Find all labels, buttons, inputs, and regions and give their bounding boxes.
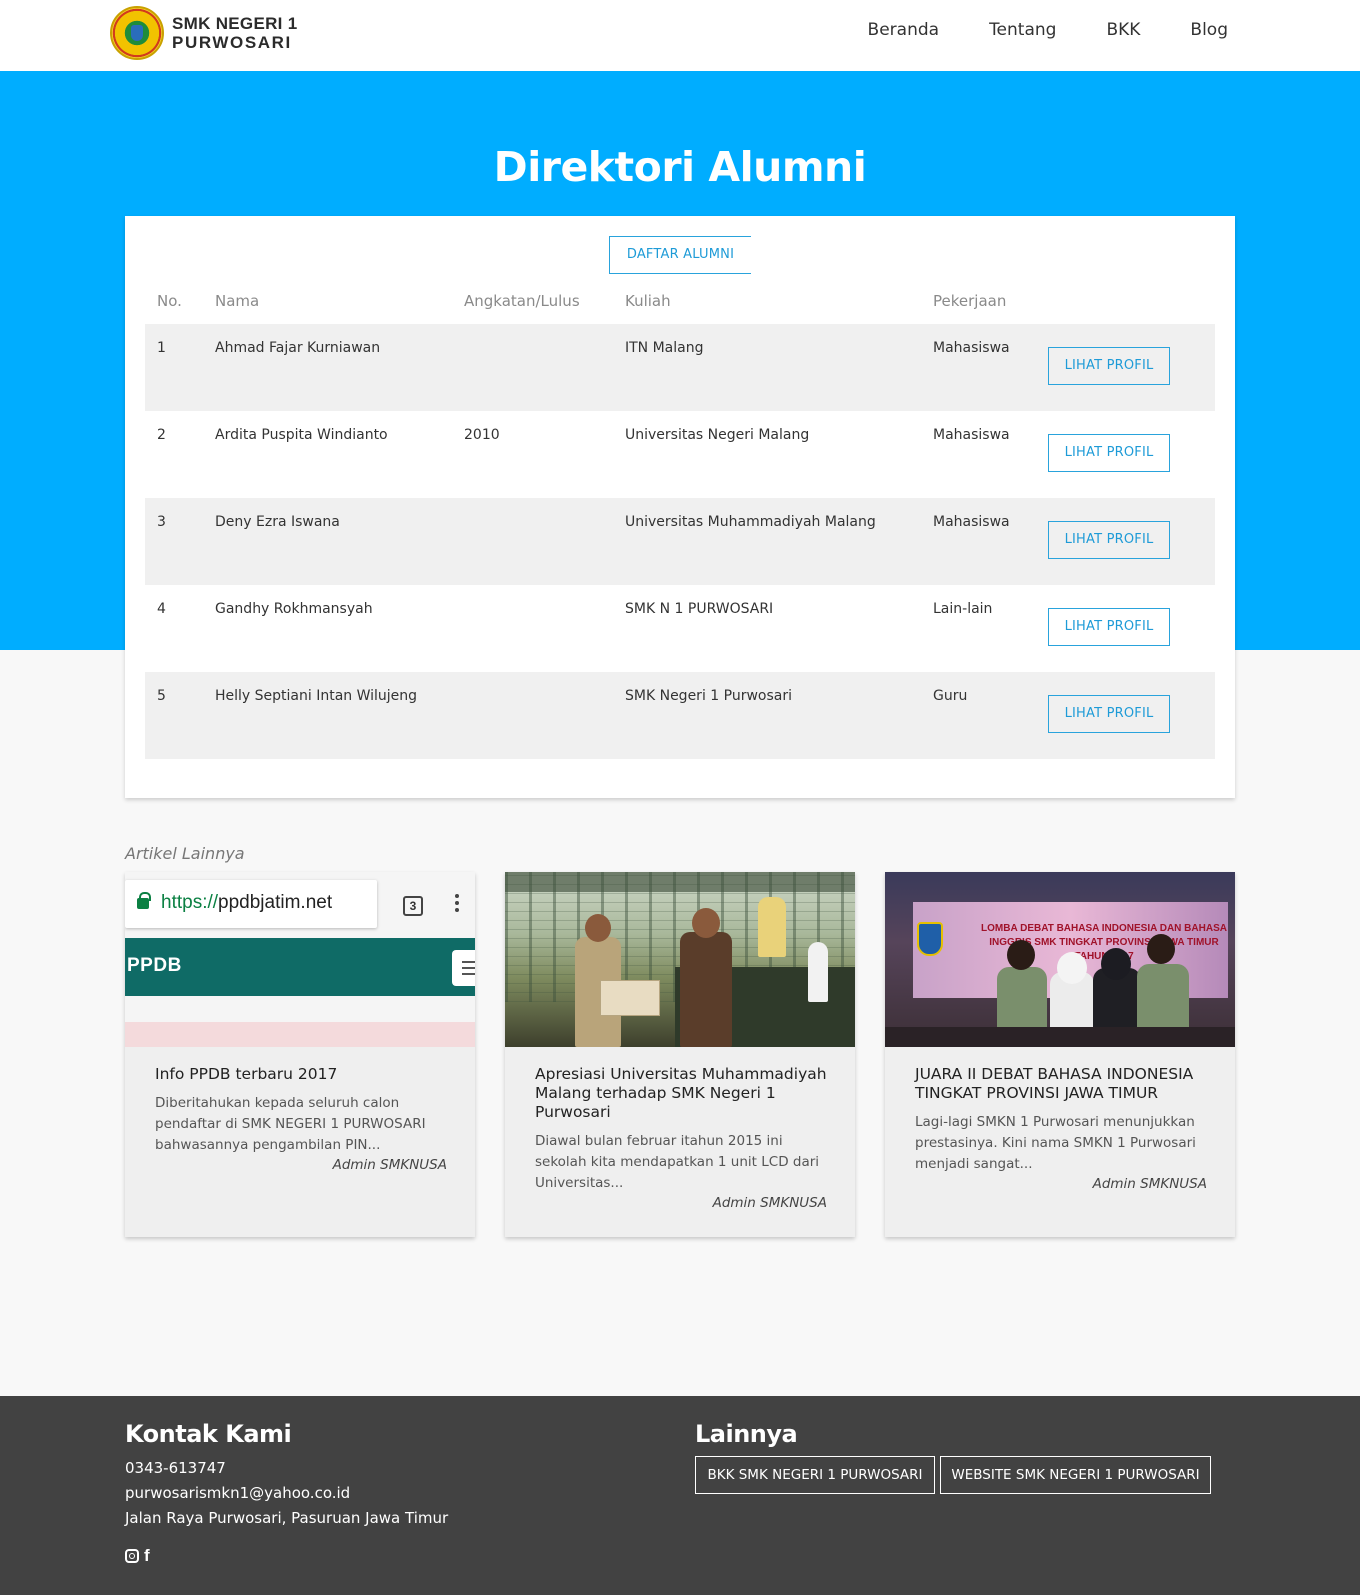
social-links: f	[125, 1547, 150, 1564]
province-emblem-icon	[917, 922, 943, 956]
article-card[interactable]: Apresiasi Universitas Muhammadiyah Malan…	[505, 872, 855, 1237]
cell-no: 3	[157, 514, 166, 530]
lihat-profil-button[interactable]: LIHAT PROFIL	[1048, 347, 1170, 385]
article-excerpt: Diberitahukan kepada seluruh calon penda…	[155, 1095, 426, 1153]
article-card[interactable]: https://ppdbjatim.net 3 PPDB Info PPDB t…	[125, 872, 475, 1237]
contact-address: Jalan Raya Purwosari, Pasuruan Jawa Timu…	[125, 1509, 449, 1527]
article-thumbnail: https://ppdbjatim.net 3 PPDB	[125, 872, 475, 1047]
ppdb-site-label: PPDB	[127, 955, 182, 976]
article-author: Admin SMKNUSA	[1092, 1176, 1207, 1192]
cell-no: 5	[157, 688, 166, 704]
column-header-pekerjaan: Pekerjaan	[933, 292, 1007, 310]
website-link-button[interactable]: WEBSITE SMK NEGERI 1 PURWOSARI	[940, 1456, 1211, 1494]
cell-pekerjaan: Mahasiswa	[933, 340, 1010, 356]
main-nav: Beranda Tentang BKK Blog	[818, 20, 1228, 40]
other-links-heading: Lainnya	[695, 1420, 798, 1448]
brand-logo-link[interactable]: SMK NEGERI 1 PURWOSARI	[110, 6, 297, 60]
lock-icon	[137, 892, 151, 909]
table-row: 4 Gandhy Rokhmansyah SMK N 1 PURWOSARI L…	[145, 585, 1215, 672]
table-row: 3 Deny Ezra Iswana Universitas Muhammadi…	[145, 498, 1215, 585]
facebook-icon[interactable]: f	[144, 1547, 150, 1564]
nav-link-beranda[interactable]: Beranda	[868, 20, 940, 40]
article-author: Admin SMKNUSA	[712, 1195, 827, 1211]
cell-kuliah: SMK N 1 PURWOSARI	[625, 601, 774, 617]
article-title[interactable]: Apresiasi Universitas Muhammadiyah Malan…	[535, 1065, 827, 1122]
url-host: ppdbjatim.net	[218, 892, 333, 913]
kebab-menu-icon	[455, 894, 459, 898]
nav-link-tentang[interactable]: Tentang	[989, 20, 1056, 40]
table-row: 1 Ahmad Fajar Kurniawan ITN Malang Mahas…	[145, 324, 1215, 411]
cell-pekerjaan: Mahasiswa	[933, 514, 1010, 530]
cell-no: 1	[157, 340, 166, 356]
cell-kuliah: Universitas Negeri Malang	[625, 427, 810, 443]
school-emblem-icon	[110, 6, 164, 60]
article-title[interactable]: JUARA II DEBAT BAHASA INDONESIA TINGKAT …	[915, 1065, 1207, 1103]
column-header-kuliah: Kuliah	[625, 292, 671, 310]
cell-nama: Deny Ezra Iswana	[215, 514, 340, 530]
cell-kuliah: ITN Malang	[625, 340, 704, 356]
column-header-no: No.	[157, 292, 182, 310]
table-header: No. Nama Angkatan/Lulus Kuliah Pekerjaan	[145, 292, 1215, 322]
article-thumbnail: LOMBA DEBAT BAHASA INDONESIA DAN BAHASA …	[885, 872, 1235, 1047]
article-author: Admin SMKNUSA	[332, 1157, 447, 1173]
tab-count-icon: 3	[403, 896, 423, 916]
article-excerpt: Diawal bulan februar itahun 2015 ini sek…	[535, 1133, 820, 1191]
cell-nama: Gandhy Rokhmansyah	[215, 601, 373, 617]
article-title[interactable]: Info PPDB terbaru 2017	[155, 1065, 447, 1084]
hamburger-icon	[452, 950, 475, 986]
url-bar: https://ppdbjatim.net	[125, 880, 377, 928]
cell-pekerjaan: Mahasiswa	[933, 427, 1010, 443]
top-navbar: SMK NEGERI 1 PURWOSARI Beranda Tentang B…	[0, 0, 1360, 71]
contact-heading: Kontak Kami	[125, 1420, 292, 1448]
article-thumbnail	[505, 872, 855, 1047]
lihat-profil-button[interactable]: LIHAT PROFIL	[1048, 521, 1170, 559]
bkk-link-button[interactable]: BKK SMK NEGERI 1 PURWOSARI	[695, 1456, 935, 1494]
nav-link-blog[interactable]: Blog	[1190, 20, 1228, 40]
table-row: 5 Helly Septiani Intan Wilujeng SMK Nege…	[145, 672, 1215, 759]
cell-angkatan: 2010	[464, 427, 500, 443]
url-scheme: https://	[161, 892, 219, 913]
tab-daftar-alumni[interactable]: DAFTAR ALUMNI	[609, 236, 751, 274]
table-row: 2 Ardita Puspita Windianto 2010 Universi…	[145, 411, 1215, 498]
lihat-profil-button[interactable]: LIHAT PROFIL	[1048, 695, 1170, 733]
brand-name-line1: SMK NEGERI 1	[172, 14, 298, 33]
column-header-angkatan: Angkatan/Lulus	[464, 292, 580, 310]
cell-kuliah: SMK Negeri 1 Purwosari	[625, 688, 792, 704]
instagram-icon[interactable]	[125, 1549, 139, 1563]
article-card[interactable]: LOMBA DEBAT BAHASA INDONESIA DAN BAHASA …	[885, 872, 1235, 1237]
brand-name-line2: PURWOSARI	[172, 33, 292, 52]
article-excerpt: Lagi-lagi SMKN 1 Purwosari menunjukkan p…	[915, 1114, 1196, 1172]
site-footer: Kontak Kami 0343-613747 purwosarismkn1@y…	[0, 1396, 1360, 1595]
cell-no: 2	[157, 427, 166, 443]
nav-link-bkk[interactable]: BKK	[1106, 20, 1140, 40]
alumni-table-body: 1 Ahmad Fajar Kurniawan ITN Malang Mahas…	[145, 324, 1215, 759]
cell-pekerjaan: Lain-lain	[933, 601, 993, 617]
cell-nama: Ardita Puspita Windianto	[215, 427, 388, 443]
contact-phone: 0343-613747	[125, 1459, 226, 1477]
cell-nama: Helly Septiani Intan Wilujeng	[215, 688, 418, 704]
cell-pekerjaan: Guru	[933, 688, 968, 704]
cell-kuliah: Universitas Muhammadiyah Malang	[625, 514, 876, 530]
alumni-directory-card: DAFTAR ALUMNI No. Nama Angkatan/Lulus Ku…	[125, 216, 1235, 798]
column-header-nama: Nama	[215, 292, 260, 310]
cell-no: 4	[157, 601, 166, 617]
page-title: Direktori Alumni	[493, 143, 867, 191]
lihat-profil-button[interactable]: LIHAT PROFIL	[1048, 608, 1170, 646]
cell-nama: Ahmad Fajar Kurniawan	[215, 340, 381, 356]
contact-email[interactable]: purwosarismkn1@yahoo.co.id	[125, 1484, 350, 1502]
lihat-profil-button[interactable]: LIHAT PROFIL	[1048, 434, 1170, 472]
related-articles-heading: Artikel Lainnya	[125, 844, 245, 863]
